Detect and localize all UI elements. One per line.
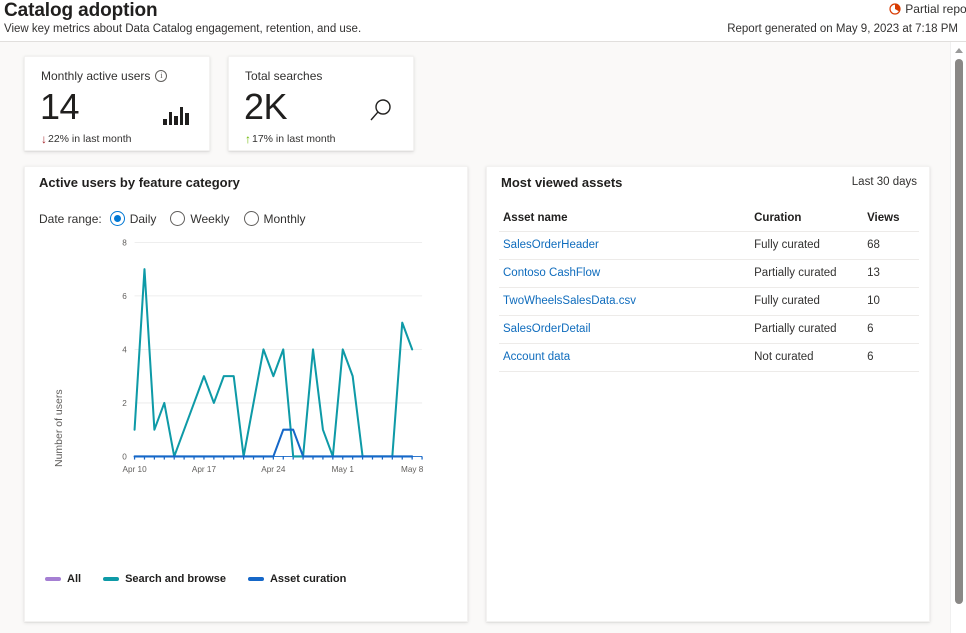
table-row: Account data Not curated6 xyxy=(499,344,919,372)
kpi-title-label: Monthly active users xyxy=(41,69,150,83)
kpi-delta: ↓ 22% in last month xyxy=(41,133,131,145)
cell-asset-name: SalesOrderDetail xyxy=(499,316,750,344)
cell-views: 10 xyxy=(863,288,919,316)
x-axis-tick-label: May 8 xyxy=(401,465,424,474)
kpi-card-total-searches: Total searches 2K ↑ 17% in last month xyxy=(228,56,414,151)
bar-chart-icon xyxy=(163,97,191,125)
radio-daily-indicator[interactable] xyxy=(110,211,125,226)
report-status-label: Partial report xyxy=(905,2,966,16)
radio-option-monthly[interactable]: Monthly xyxy=(244,211,306,226)
page-subtitle: View key metrics about Data Catalog enga… xyxy=(4,23,361,35)
radio-daily-label: Daily xyxy=(130,212,157,226)
info-icon[interactable] xyxy=(155,70,167,82)
table-range-label: Last 30 days xyxy=(852,176,917,188)
y-axis-tick-label: 2 xyxy=(122,399,127,408)
x-axis-tick-label: May 1 xyxy=(332,465,355,474)
y-axis-title: Number of users xyxy=(53,389,65,467)
kpi-value: 2K xyxy=(244,85,287,129)
catalog-adoption-page: Catalog adoption View key metrics about … xyxy=(0,0,966,633)
page-header: Catalog adoption View key metrics about … xyxy=(0,0,966,42)
cell-asset-name: Account data xyxy=(499,344,750,372)
report-status-badge: Partial report xyxy=(889,2,966,16)
trend-down-arrow-icon: ↓ xyxy=(41,133,47,145)
x-axis-tick-label: Apr 17 xyxy=(192,465,217,474)
radio-weekly-label: Weekly xyxy=(190,212,229,226)
table-card-most-viewed-assets: Most viewed assets Last 30 days Asset na… xyxy=(486,166,930,622)
cell-views: 6 xyxy=(863,316,919,344)
kpi-title: Monthly active users xyxy=(41,69,167,83)
table-title: Most viewed assets xyxy=(501,175,622,190)
kpi-delta-label: 22% in last month xyxy=(48,133,131,145)
cell-views: 6 xyxy=(863,344,919,372)
most-viewed-assets-table: Asset name Curation Views SalesOrderHead… xyxy=(499,207,919,372)
cell-views: 13 xyxy=(863,260,919,288)
asset-name-link[interactable]: SalesOrderHeader xyxy=(503,239,599,251)
kpi-title-label: Total searches xyxy=(245,69,322,83)
search-icon xyxy=(367,97,395,125)
table-row: TwoWheelsSalesData.csv Fully curated10 xyxy=(499,288,919,316)
trend-up-arrow-icon: ↑ xyxy=(245,133,251,145)
radio-option-daily[interactable]: Daily xyxy=(110,211,157,226)
kpi-card-monthly-active-users: Monthly active users 14 ↓ 22% in last mo… xyxy=(24,56,210,151)
radio-option-weekly[interactable]: Weekly xyxy=(170,211,229,226)
legend-swatch-all xyxy=(45,577,61,581)
date-range-control: Date range: Daily Weekly Monthly xyxy=(39,211,320,226)
chart-title: Active users by feature category xyxy=(39,175,240,190)
table-row: SalesOrderDetail Partially curated6 xyxy=(499,316,919,344)
chart-card-active-users: Active users by feature category Date ra… xyxy=(24,166,468,622)
cell-asset-name: Contoso CashFlow xyxy=(499,260,750,288)
legend-swatch-search-and-browse xyxy=(103,577,119,581)
y-axis-tick-label: 0 xyxy=(122,453,127,462)
table-row: SalesOrderHeader Fully curated68 xyxy=(499,232,919,260)
series-line-search-and-browse xyxy=(135,269,413,456)
page-title: Catalog adoption xyxy=(4,0,158,22)
kpi-delta: ↑ 17% in last month xyxy=(245,133,335,145)
x-axis-tick-label: Apr 10 xyxy=(123,465,148,474)
scrollbar-thumb[interactable] xyxy=(955,59,963,604)
y-axis-tick-label: 4 xyxy=(122,346,127,355)
legend-item-all[interactable]: All xyxy=(45,573,81,585)
report-generated-text: Report generated on May 9, 2023 at 7:18 … xyxy=(727,23,958,35)
cell-curation: Partially curated xyxy=(750,260,863,288)
y-axis-tick-label: 6 xyxy=(122,292,127,301)
table-row: Contoso CashFlow Partially curated13 xyxy=(499,260,919,288)
kpi-value: 14 xyxy=(40,85,79,129)
asset-name-link[interactable]: Contoso CashFlow xyxy=(503,267,600,279)
y-axis-tick-label: 8 xyxy=(122,239,127,248)
radio-weekly-indicator[interactable] xyxy=(170,211,185,226)
partial-pie-icon xyxy=(889,3,901,15)
legend-swatch-asset-curation xyxy=(248,577,264,581)
cell-asset-name: TwoWheelsSalesData.csv xyxy=(499,288,750,316)
table-header-row: Asset name Curation Views xyxy=(499,207,919,232)
cell-curation: Partially curated xyxy=(750,316,863,344)
cell-views: 68 xyxy=(863,232,919,260)
date-range-label: Date range: xyxy=(39,212,102,226)
asset-name-link[interactable]: SalesOrderDetail xyxy=(503,323,591,335)
radio-monthly-label: Monthly xyxy=(264,212,306,226)
cell-curation: Not curated xyxy=(750,344,863,372)
column-header-curation: Curation xyxy=(750,207,863,232)
asset-name-link[interactable]: TwoWheelsSalesData.csv xyxy=(503,295,636,307)
asset-name-link[interactable]: Account data xyxy=(503,351,570,363)
cell-curation: Fully curated xyxy=(750,232,863,260)
column-header-asset-name: Asset name xyxy=(499,207,750,232)
cell-asset-name: SalesOrderHeader xyxy=(499,232,750,260)
legend-item-search-and-browse[interactable]: Search and browse xyxy=(103,573,226,585)
legend-item-asset-curation[interactable]: Asset curation xyxy=(248,573,346,585)
vertical-scrollbar[interactable] xyxy=(950,42,966,633)
scroll-up-arrow-icon[interactable] xyxy=(951,44,966,56)
column-header-views: Views xyxy=(863,207,919,232)
line-chart-plot: 0 2 4 6 8 Apr 10 Apr 17 Apr 24 May 1 May 8 xyxy=(25,233,491,483)
chart-legend: All Search and browse Asset curation xyxy=(45,573,346,585)
radio-monthly-indicator[interactable] xyxy=(244,211,259,226)
kpi-delta-label: 17% in last month xyxy=(252,133,335,145)
legend-label-search-and-browse: Search and browse xyxy=(125,573,226,585)
legend-label-all: All xyxy=(67,573,81,585)
legend-label-asset-curation: Asset curation xyxy=(270,573,346,585)
kpi-title: Total searches xyxy=(245,69,322,83)
x-axis-tick-label: Apr 24 xyxy=(261,465,286,474)
cell-curation: Fully curated xyxy=(750,288,863,316)
